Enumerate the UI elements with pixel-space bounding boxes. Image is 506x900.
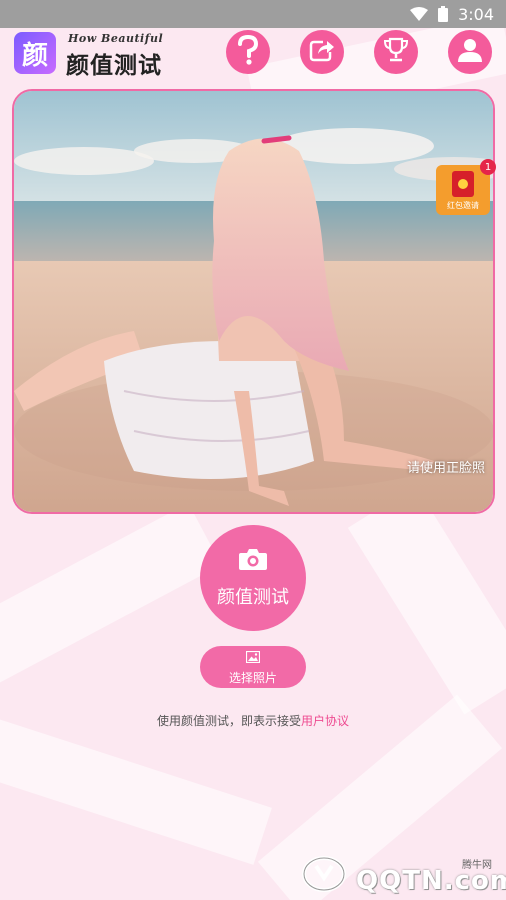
share-icon — [309, 38, 335, 66]
red-packet-label: 红包邀请 — [447, 201, 479, 210]
user-icon — [456, 36, 484, 68]
agreement-prefix: 使用颜值测试，即表示接受 — [156, 714, 301, 728]
trophy-icon — [382, 37, 410, 67]
select-photo-button[interactable]: 选择照片 — [200, 646, 306, 688]
logo-subtitle: How Beautiful — [68, 32, 164, 45]
status-bar: 3:04 — [0, 0, 506, 28]
image-icon — [245, 648, 261, 667]
camera-icon — [238, 547, 268, 575]
photo-hint: 请使用正脸照 — [406, 461, 485, 476]
user-agreement-link[interactable]: 用户协议 — [301, 714, 349, 728]
status-time: 3:04 — [458, 4, 494, 24]
beauty-test-label: 颜值测试 — [217, 587, 289, 608]
logo-glyph: 颜 — [21, 40, 48, 71]
beauty-test-button[interactable]: 颜值测试 — [200, 525, 306, 631]
notification-badge: 1 — [480, 159, 496, 175]
photo-preview[interactable]: 请使用正脸照 — [12, 89, 495, 514]
coin-icon — [458, 179, 468, 189]
app-logo: 颜 — [14, 32, 56, 74]
ranking-button[interactable] — [374, 30, 418, 74]
red-packet-invite[interactable]: 红包邀请 1 — [436, 159, 496, 215]
profile-button[interactable] — [448, 30, 492, 74]
sample-photo — [14, 91, 493, 512]
help-icon — [236, 34, 260, 69]
battery-icon — [438, 6, 449, 22]
share-button[interactable] — [300, 30, 344, 74]
help-button[interactable] — [226, 30, 270, 74]
app-title: 颜值测试 — [66, 53, 162, 79]
app-header: 颜 How Beautiful 颜值测试 — [0, 28, 506, 80]
bg-shape — [347, 485, 506, 715]
wifi-icon — [410, 7, 429, 21]
watermark-logo-icon — [302, 856, 346, 892]
bg-shape — [0, 715, 272, 865]
bg-shape — [0, 503, 222, 687]
select-photo-label: 选择照片 — [228, 671, 277, 685]
watermark-text: QQTN.com — [356, 866, 506, 896]
agreement-text: 使用颜值测试，即表示接受用户协议 — [0, 712, 506, 729]
